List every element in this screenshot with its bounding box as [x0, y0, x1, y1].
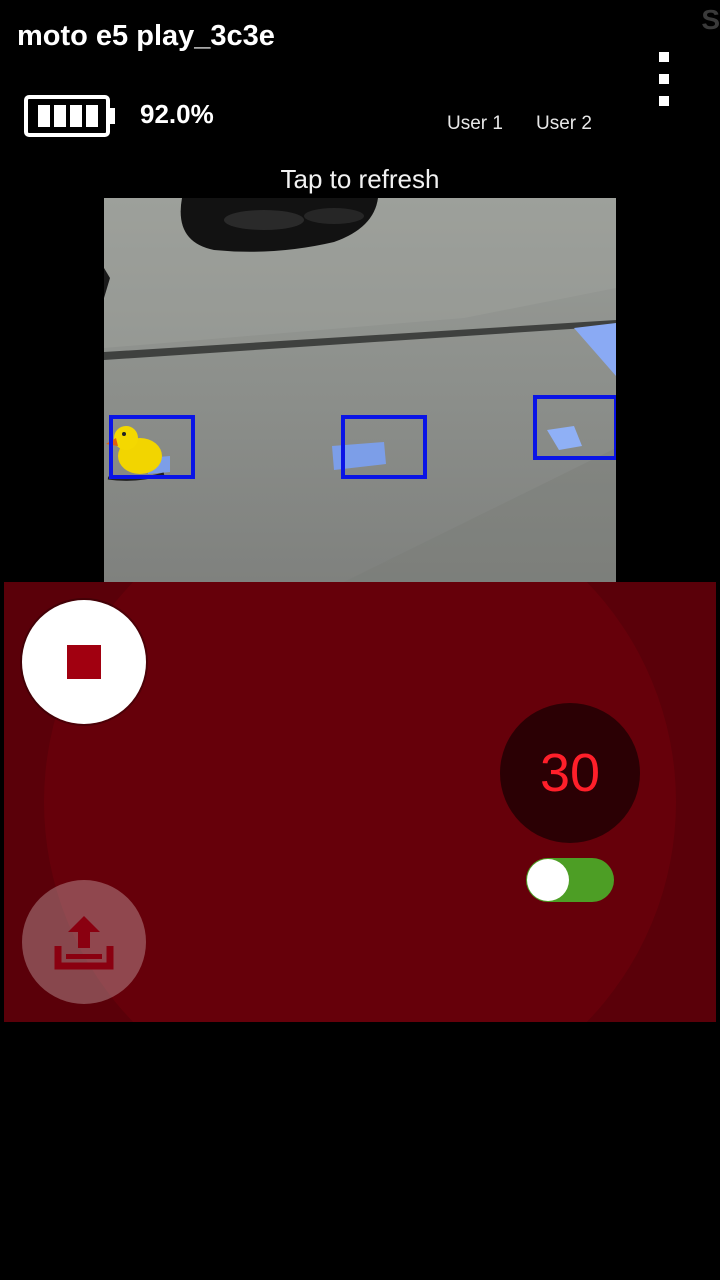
- toggle-knob: [527, 859, 569, 901]
- counter-value: 30: [539, 743, 601, 803]
- battery-full-icon: [24, 95, 115, 137]
- upload-button[interactable]: [22, 880, 146, 1004]
- record-stop-button[interactable]: [22, 600, 146, 724]
- user-1-tab[interactable]: User 1: [447, 113, 503, 135]
- tap-to-refresh-label[interactable]: Tap to refresh: [0, 164, 720, 195]
- overflow-menu-icon[interactable]: [650, 48, 678, 112]
- camera-feed[interactable]: [104, 198, 616, 582]
- camera-feed-image: [104, 198, 616, 582]
- battery-percentage: 92.0%: [140, 99, 214, 129]
- upload-icon: [54, 916, 114, 970]
- user-2-tab[interactable]: User 2: [536, 113, 592, 135]
- counter-display: 30: [500, 703, 640, 843]
- corner-glyph: S: [701, 4, 720, 35]
- device-name: moto e5 play_3c3e: [17, 20, 275, 52]
- stop-icon: [67, 645, 101, 679]
- toggle-switch[interactable]: [526, 858, 614, 902]
